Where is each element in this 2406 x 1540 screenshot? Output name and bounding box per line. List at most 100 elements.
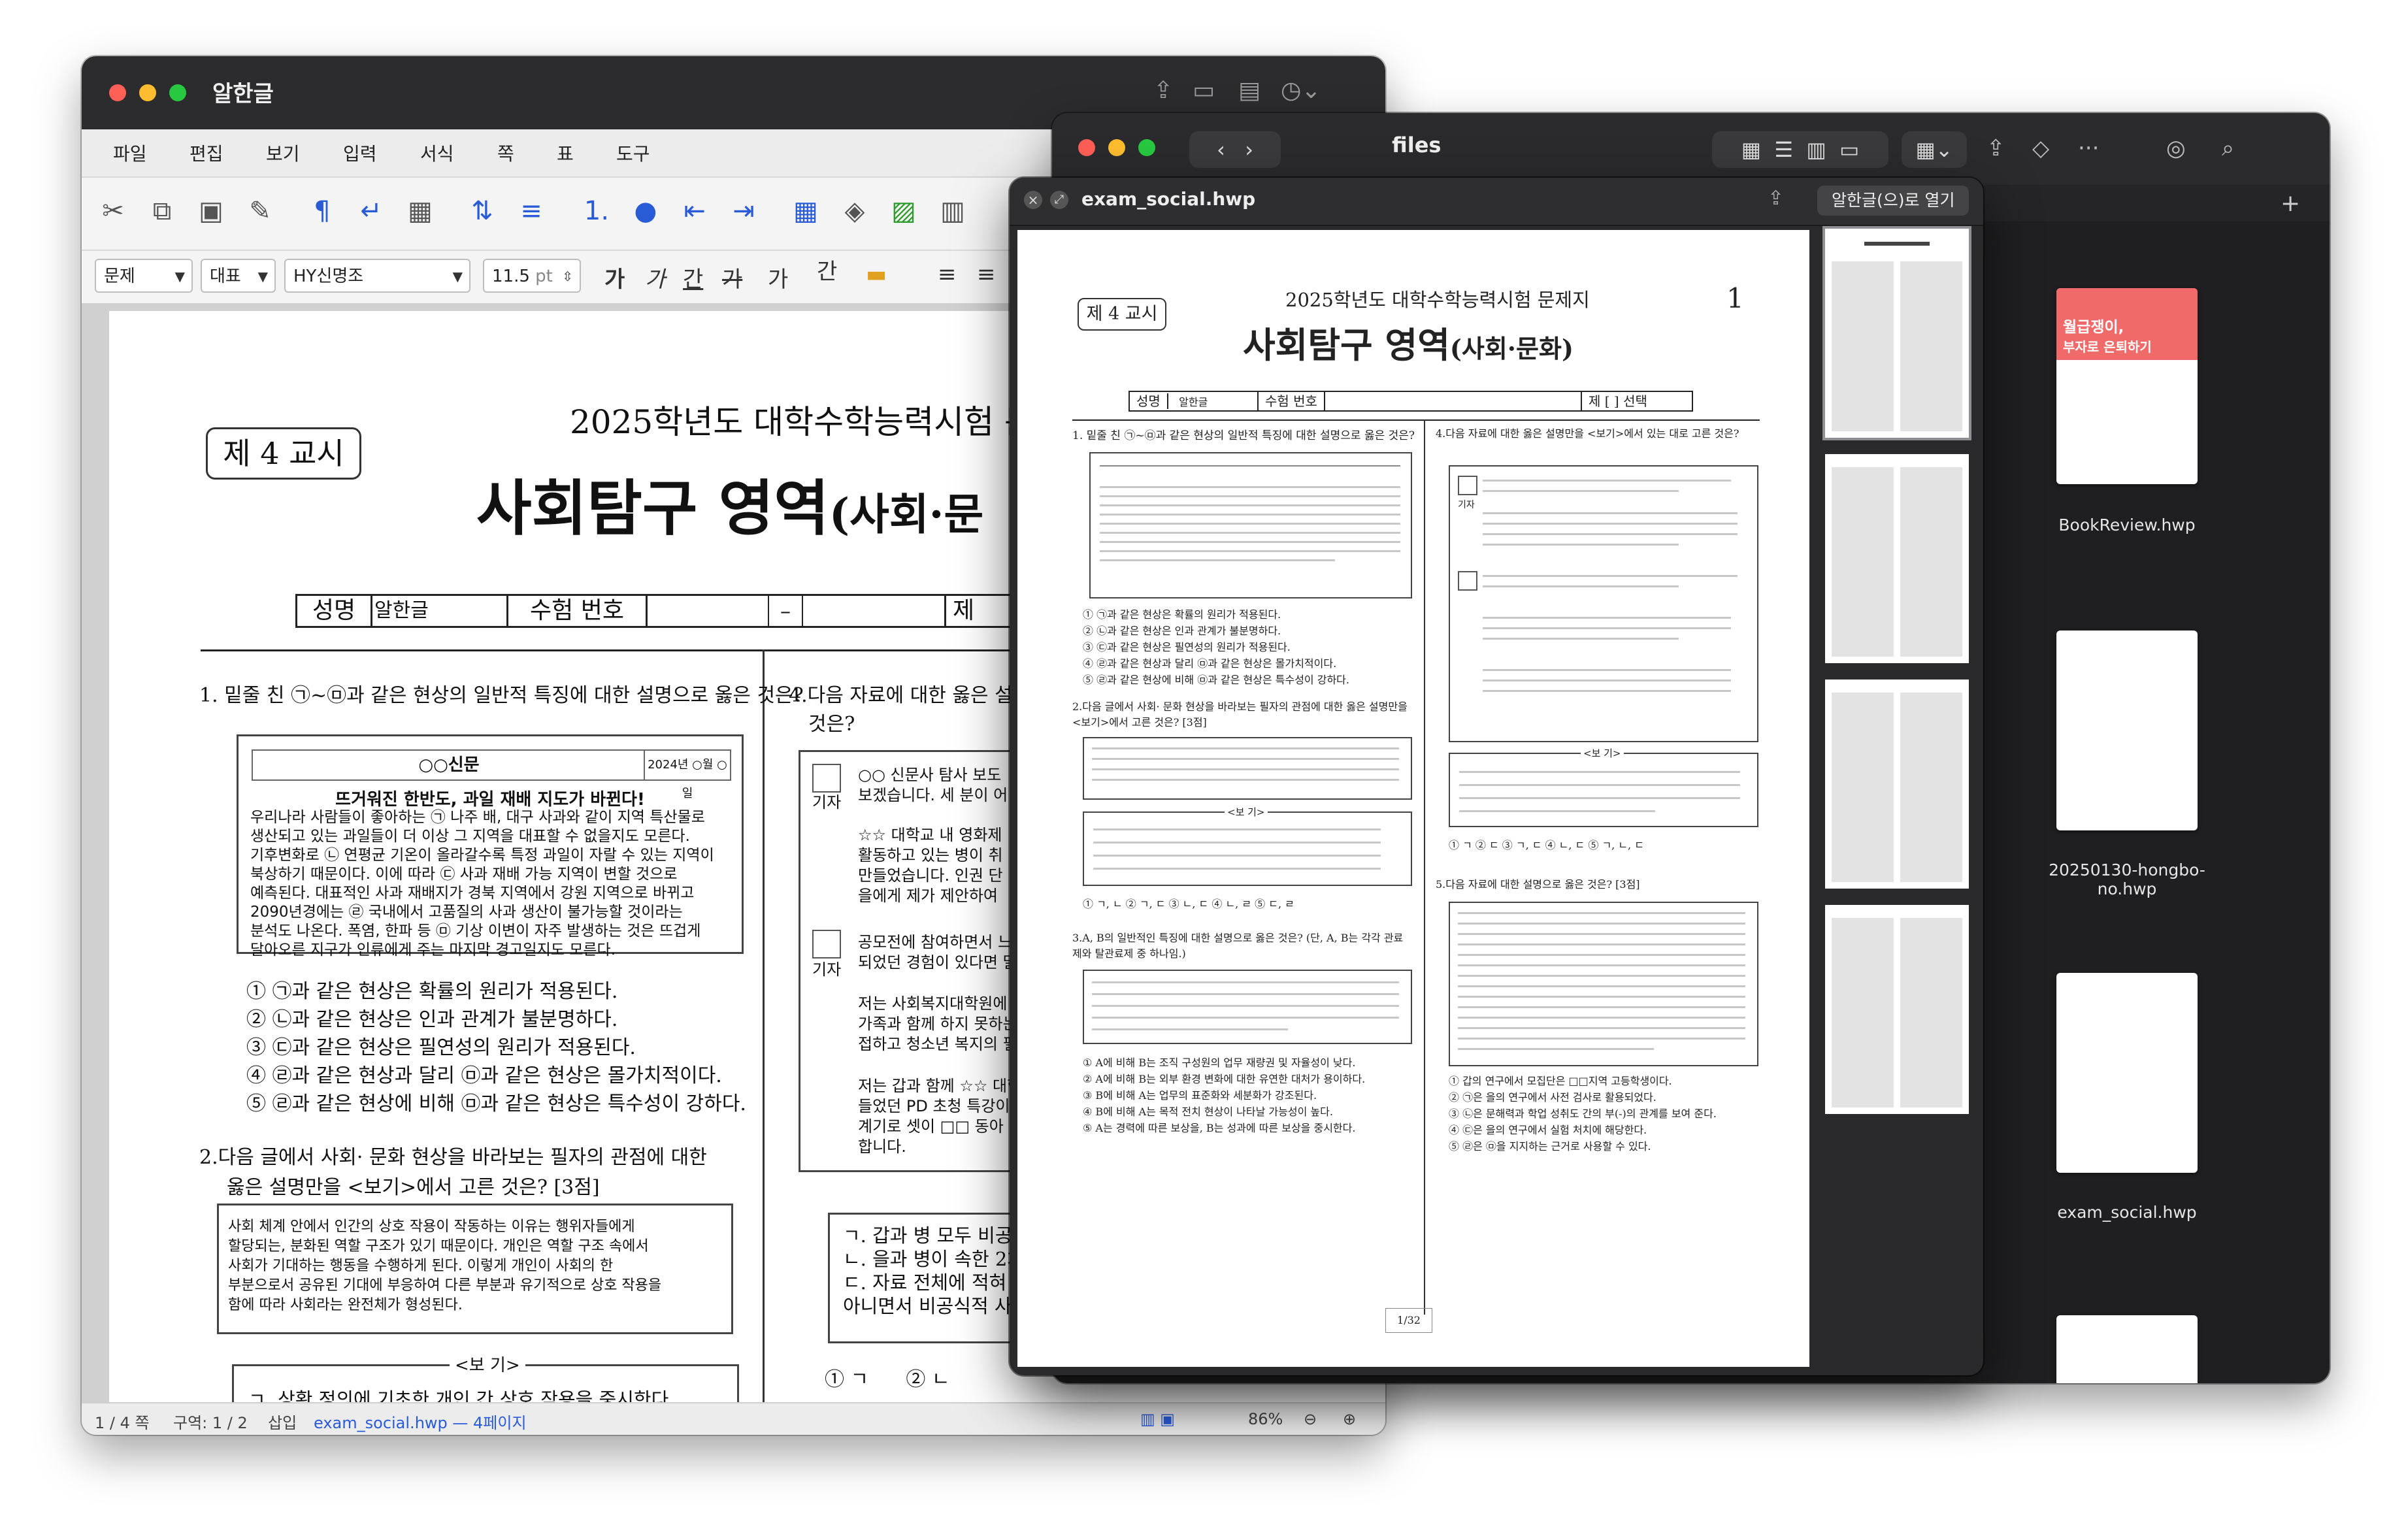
shape-icon[interactable]: ◈: [836, 196, 873, 226]
name-row: 성명 알한글 수험 번호 제 [ ] 선택: [1129, 391, 1693, 412]
more-icon[interactable]: ···: [2078, 135, 2099, 161]
pdf-icon[interactable]: ▤: [1238, 77, 1261, 104]
quicklook-page[interactable]: 제 4 교시 2025학년도 대학수학능력시험 문제지 1 사회탐구 영역(사회…: [1017, 230, 1809, 1367]
strike-button[interactable]: 가: [722, 261, 742, 293]
bullet-icon[interactable]: ●: [627, 196, 664, 226]
superscript-button[interactable]: 가: [768, 261, 788, 293]
fullscreen-icon[interactable]: ⤢: [1050, 191, 1068, 209]
share-icon[interactable]: ⇪: [1986, 135, 2005, 161]
avatar: [1458, 571, 1477, 591]
enter-icon[interactable]: ↵: [353, 196, 389, 226]
zoom-out-icon[interactable]: ⊖: [1304, 1410, 1317, 1428]
align-center-icon[interactable]: ≡: [977, 261, 996, 287]
close-button[interactable]: [109, 84, 126, 101]
q4-text: 4.다음 자료에 대한 옳은 설명만을 <보기>에서 있는 대로 고른 것은?: [1436, 427, 1739, 440]
close-icon[interactable]: ×: [1024, 191, 1042, 209]
numbering-icon[interactable]: 1.: [578, 196, 615, 226]
text-direction-icon[interactable]: ⇅: [464, 196, 501, 226]
finder-zoom-button[interactable]: [1138, 139, 1155, 156]
italic-button[interactable]: 가: [645, 261, 665, 293]
finder-minimize-button[interactable]: [1108, 139, 1125, 156]
open-with-button[interactable]: 알한글(으)로 열기: [1817, 186, 1969, 216]
question-4b: 것은?: [808, 713, 855, 736]
file-thumbnail[interactable]: [2056, 631, 2198, 830]
q3-text: 3.A, B의 일반적인 특징에 대한 설명으로 옳은 것은? (단, A, B…: [1072, 932, 1404, 960]
menu-format[interactable]: 서식: [420, 140, 454, 166]
nav-back-forward[interactable]: ‹ ›: [1189, 131, 1281, 168]
paragraph-mark-icon[interactable]: ¶: [304, 196, 340, 226]
q5-box: [1449, 902, 1758, 1066]
share-icon[interactable]: ⇪: [1768, 187, 1784, 210]
zoom-button[interactable]: [169, 84, 186, 101]
menu-insert[interactable]: 입력: [343, 140, 377, 166]
align-left-icon[interactable]: ≡: [938, 261, 957, 287]
menu-tools[interactable]: 도구: [616, 140, 650, 166]
new-tab-icon[interactable]: +: [2281, 190, 2300, 217]
cut-icon[interactable]: ✂: [95, 196, 131, 226]
char-style-button[interactable]: 간: [817, 254, 837, 286]
page-thumbnail-2[interactable]: [1825, 454, 1969, 663]
reporter-avatar-2: [812, 930, 841, 958]
group-button[interactable]: ▦⌄: [1902, 131, 1967, 168]
avatar: [1458, 476, 1477, 495]
bold-button[interactable]: 가: [604, 261, 625, 293]
image-icon[interactable]: ▨: [885, 196, 922, 226]
file-label[interactable]: BookReview.hwp: [2029, 516, 2225, 534]
document-name: exam_social.hwp — 4페이지: [314, 1414, 527, 1432]
history-icon[interactable]: ◷⌄: [1281, 77, 1321, 104]
menu-file[interactable]: 파일: [113, 140, 147, 166]
zoom-in-icon[interactable]: ⊕: [1343, 1410, 1356, 1428]
finder-close-button[interactable]: [1078, 139, 1095, 156]
insert-mode[interactable]: 삽입: [268, 1410, 297, 1433]
status-bar: 1 / 4 쪽 구역: 1 / 2 삽입 exam_social.hwp — 4…: [82, 1402, 1385, 1435]
file-label[interactable]: 20250130-hongbo-no.hwp: [2029, 860, 2225, 898]
outdent-icon[interactable]: ⇤: [676, 196, 713, 226]
format-painter-icon[interactable]: ✎: [242, 196, 278, 226]
file-thumbnail[interactable]: 월급쟁이, 부자로 은퇴하기: [2056, 288, 2198, 484]
view-switcher[interactable]: ▦ ☰ ▥ ▭: [1712, 131, 1888, 168]
chart-icon[interactable]: ▥: [934, 196, 971, 226]
line-spacing-icon[interactable]: ≡: [513, 196, 550, 226]
grid-icon[interactable]: ▦: [402, 196, 438, 226]
search-icon[interactable]: ⌕: [2222, 135, 2234, 161]
menu-table[interactable]: 표: [557, 140, 574, 166]
page-thumbnail-1[interactable]: [1822, 226, 1971, 440]
font-size-stepper[interactable]: 11.5 pt ⇳: [483, 259, 581, 293]
file-thumbnail[interactable]: [2056, 973, 2198, 1173]
menu-page[interactable]: 쪽: [497, 140, 514, 166]
font-select[interactable]: HY신명조 ▼: [284, 259, 470, 293]
file-label[interactable]: exam_social.hwp: [2029, 1203, 2225, 1222]
chevron-right-icon: ›: [1245, 137, 1254, 162]
page-thumbnail-4[interactable]: [1825, 905, 1969, 1114]
q1-text: 1. 밑줄 친 ㉠~㉤과 같은 현상의 일반적 특징에 대한 설명으로 옳은 것…: [1072, 429, 1415, 442]
page-indicator: 1 / 4 쪽: [95, 1414, 150, 1432]
finder-toolbar: ‹ › files ▦ ☰ ▥ ▭ ▦⌄ ⇪ ◇ ··· ◎ ⌕: [1052, 113, 2330, 186]
menu-view[interactable]: 보기: [266, 140, 300, 166]
page-thumbnail-3[interactable]: [1825, 680, 1969, 889]
file-thumbnail[interactable]: [2056, 1315, 2198, 1383]
subject-title: 사회탐구 영역(사회·문: [476, 473, 984, 544]
folder-icon[interactable]: ▭: [1193, 77, 1215, 104]
quicklook-filename: exam_social.hwp: [1081, 188, 1256, 210]
tag-icon[interactable]: ◇: [2032, 135, 2049, 161]
paste-icon[interactable]: ▣: [193, 196, 229, 226]
question-2b: 옳은 설명만을 <보기>에서 고른 것은? [3점]: [227, 1176, 600, 1199]
style-select[interactable]: 문제 ▼: [95, 259, 193, 293]
q3-options: ① A에 비해 B는 조직 구성원의 업무 재량권 및 자율성이 낮다. ② A에…: [1083, 1057, 1366, 1134]
minimize-button[interactable]: [139, 84, 156, 101]
menu-edit[interactable]: 편집: [190, 140, 223, 166]
indent-icon[interactable]: ⇥: [725, 196, 762, 226]
copy-icon[interactable]: ⧉: [144, 196, 180, 226]
zoom-level[interactable]: 86%: [1248, 1410, 1283, 1428]
share-icon[interactable]: ⇪: [1153, 77, 1173, 104]
airdrop-icon[interactable]: ◎: [2166, 135, 2186, 161]
highlight-icon[interactable]: ▬: [866, 261, 887, 287]
underline-button[interactable]: 간: [683, 261, 703, 293]
page-footer: 1/32: [1385, 1308, 1432, 1333]
lang-select[interactable]: 대표 ▼: [201, 259, 276, 293]
view-layout-icon[interactable]: ▥ ▣: [1140, 1410, 1175, 1428]
question-4: 4.다음 자료에 대한 옳은 설: [789, 684, 1013, 707]
q2-box: [1083, 737, 1412, 800]
name-value: 알한글: [374, 599, 429, 622]
table-icon[interactable]: ▦: [787, 196, 824, 226]
